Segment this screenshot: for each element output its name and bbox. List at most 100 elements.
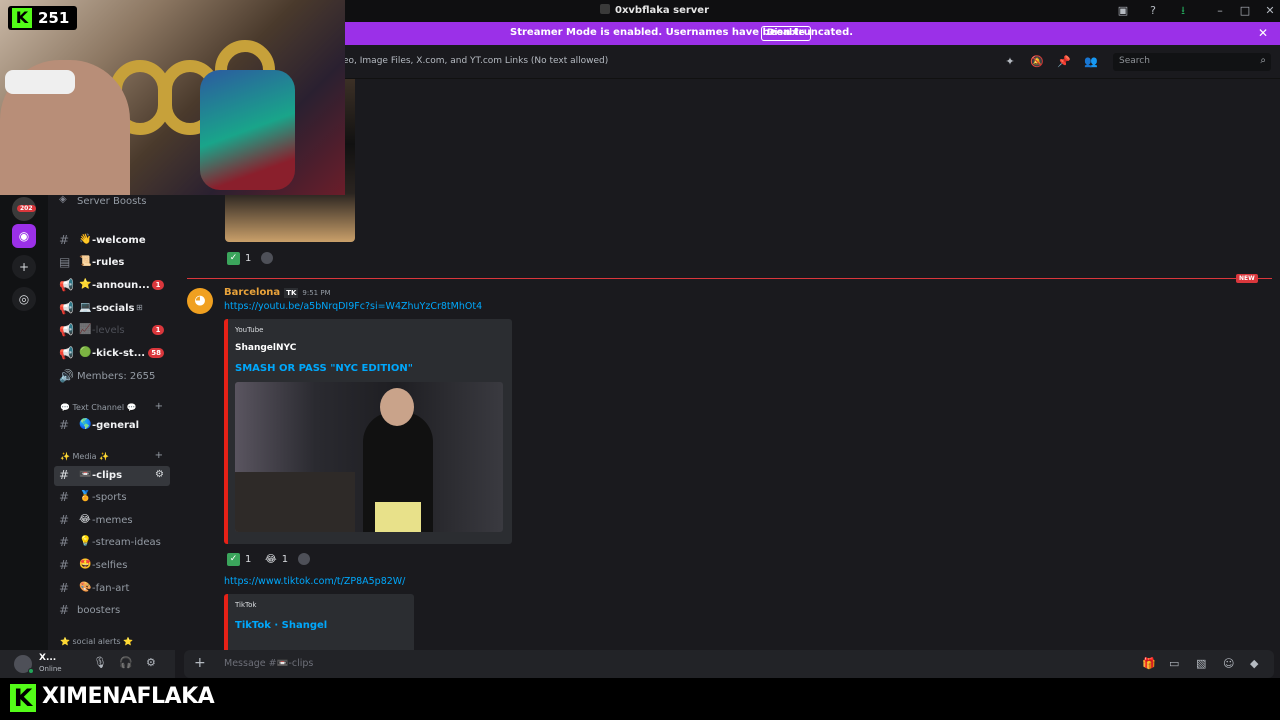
avatar[interactable]: ◕: [187, 288, 213, 314]
youtube-link[interactable]: https://youtu.be/a5bNrqDI9Fc?si=W4ZhuYzC…: [224, 301, 482, 312]
embed-title[interactable]: TikTok · Shangel: [235, 620, 327, 631]
search-input[interactable]: Search ⌕: [1113, 53, 1271, 71]
gift-icon[interactable]: 🎁: [1142, 657, 1156, 670]
category-media[interactable]: ✨ Media ✨: [60, 452, 109, 461]
author-name[interactable]: Barcelona: [224, 287, 280, 298]
video-thumbnail[interactable]: [235, 382, 503, 532]
server-notification-badge: 202: [17, 205, 36, 212]
embed-title[interactable]: SMASH OR PASS "NYC EDITION": [235, 363, 413, 374]
help-icon[interactable]: ?: [1146, 4, 1160, 18]
apps-icon[interactable]: ◆: [1250, 657, 1258, 670]
tiktok-link[interactable]: https://www.tiktok.com/t/ZP8A5p82W/: [224, 576, 405, 587]
headphones-icon[interactable]: 🎧: [119, 656, 133, 669]
mention-badge: 58: [148, 348, 164, 358]
channel-announcements[interactable]: 📢 ⭐ -announ... 1: [54, 276, 170, 296]
add-reaction-icon[interactable]: [261, 252, 274, 264]
channel-clips[interactable]: # 📼 -clips ⚙: [54, 466, 170, 486]
screen-share-icon[interactable]: ▣: [1116, 4, 1130, 18]
channel-label: -sports: [92, 492, 127, 503]
add-channel-icon[interactable]: +: [155, 401, 163, 412]
user-settings-icon[interactable]: ⚙: [146, 656, 156, 669]
channel-fan-art[interactable]: # 🎨 -fan-art: [54, 579, 170, 599]
sticker-icon[interactable]: ▧: [1196, 657, 1206, 670]
channel-emoji: 💻: [79, 302, 92, 313]
channel-label: -general: [92, 420, 140, 431]
timestamp: 9:51 PM: [302, 289, 331, 297]
streamer-mode-banner: Streamer Mode is enabled. Usernames have…: [345, 22, 1280, 45]
channel-emoji: 🌎: [79, 419, 92, 430]
pinned-icon[interactable]: 📌: [1057, 55, 1071, 69]
embed-provider[interactable]: TikTok: [235, 601, 256, 609]
viewer-count: 251: [38, 9, 70, 27]
channel-rules[interactable]: ▤ 📜 -rules: [54, 253, 170, 273]
channel-levels[interactable]: 📢 📈 -levels 1: [54, 321, 170, 341]
channel-sidebar: ◈ Server Boosts # 👋 -welcome ▤ 📜 -rules …: [48, 195, 175, 650]
channel-selfies[interactable]: # 🤩 -selfies: [54, 556, 170, 576]
microphone-icon[interactable]: 🎙: [93, 656, 107, 669]
attach-plus-icon[interactable]: +: [194, 655, 206, 671]
disable-button[interactable]: Disable: [761, 26, 811, 41]
banner-close-icon[interactable]: ✕: [1258, 26, 1268, 40]
username: X...: [39, 653, 57, 663]
streamer-headband: [5, 70, 75, 94]
embed-provider[interactable]: YouTube: [235, 326, 263, 334]
kick-viewer-badge: K 251: [8, 6, 78, 30]
reaction-check[interactable]: ✓ 1: [227, 249, 274, 267]
category-text-channels[interactable]: 💬 Text Channel 💬: [60, 403, 137, 412]
message-input[interactable]: Message #📼-clips: [224, 658, 313, 669]
members-count-item[interactable]: 🔊 Members: 2655: [54, 367, 170, 387]
minimize-icon[interactable]: –: [1213, 4, 1227, 18]
embed-author[interactable]: ShangelNYC: [235, 343, 296, 353]
category-social-alerts[interactable]: ⭐ social alerts ⭐: [60, 637, 133, 646]
voice-channel-icon: 🔊: [59, 369, 74, 383]
channel-welcome[interactable]: # 👋 -welcome: [54, 231, 170, 251]
notifications-muted-icon[interactable]: 🔕: [1030, 55, 1044, 69]
channel-boosters[interactable]: # boosters: [54, 601, 170, 621]
gif-icon[interactable]: ▭: [1169, 657, 1179, 670]
channel-label: -welcome: [92, 235, 146, 246]
add-channel-icon[interactable]: +: [155, 450, 163, 461]
close-window-icon[interactable]: ✕: [1263, 4, 1277, 18]
check-emoji-icon: ✓: [227, 251, 240, 265]
window-title: 0xvbflaka server: [600, 4, 709, 16]
channel-emoji: 📼: [79, 469, 92, 480]
channel-kick-stream[interactable]: 📢 🟢 -kick-st... 58: [54, 344, 170, 364]
youtube-embed: YouTube ShangelNYC SMASH OR PASS "NYC ED…: [224, 319, 512, 544]
stream-name-bar: K XIMENAFLAKA: [0, 678, 1280, 720]
channel-socials[interactable]: 📢 💻 -socials ⊞: [54, 299, 170, 319]
download-icon[interactable]: ⭳: [1176, 4, 1190, 18]
text-channel-icon: #: [59, 233, 70, 247]
add-server-icon[interactable]: +: [12, 255, 36, 279]
channel-label: -clips: [92, 470, 123, 481]
member-list-icon[interactable]: 👥: [1084, 55, 1098, 69]
channel-stream-ideas[interactable]: # 💡 -stream-ideas: [54, 533, 170, 553]
channel-memes[interactable]: # 😂 -memes: [54, 511, 170, 531]
channel-emoji: ⭐: [79, 279, 92, 290]
channel-sports[interactable]: # 🏅 -sports: [54, 488, 170, 508]
laugh-emoji-icon: 😂: [265, 553, 277, 565]
message-composer[interactable]: + Message #📼-clips 🎁 ▭ ▧ ☺ ◆: [184, 650, 1274, 678]
text-channel-icon: #: [59, 468, 70, 482]
discover-icon[interactable]: ◎: [12, 287, 36, 311]
add-reaction-icon[interactable]: [298, 553, 311, 565]
kick-logo-icon: K: [10, 684, 36, 712]
text-channel-icon: #: [59, 535, 70, 549]
discord-app: 0xvbflaka server ▣ ? ⭳ – □ ✕ Streamer Mo…: [0, 0, 1280, 720]
reaction-check[interactable]: ✓ 1: [227, 550, 251, 568]
server-rail: 202 ◉ + ◎: [0, 195, 48, 650]
emoji-picker-icon[interactable]: ☺: [1223, 657, 1234, 670]
text-channel-icon: #: [59, 418, 70, 432]
server-boosts-label: Server Boosts: [77, 196, 147, 207]
server-boosts-item[interactable]: ◈ Server Boosts: [54, 195, 170, 212]
channel-general[interactable]: # 🌎 -general: [54, 416, 170, 436]
channel-emoji: 📜: [79, 256, 92, 267]
maximize-icon[interactable]: □: [1238, 4, 1252, 18]
reaction-laugh[interactable]: 😂 1: [265, 550, 311, 568]
thumbnail-pants: [375, 502, 421, 532]
channel-settings-icon[interactable]: ⚙: [155, 469, 164, 480]
camera-server-icon[interactable]: ◉: [12, 224, 36, 248]
members-count-label: Members: 2655: [77, 371, 156, 382]
text-channel-icon: #: [59, 603, 70, 617]
threads-icon[interactable]: ✦: [1003, 55, 1017, 69]
announcement-icon: 📢: [59, 278, 74, 292]
